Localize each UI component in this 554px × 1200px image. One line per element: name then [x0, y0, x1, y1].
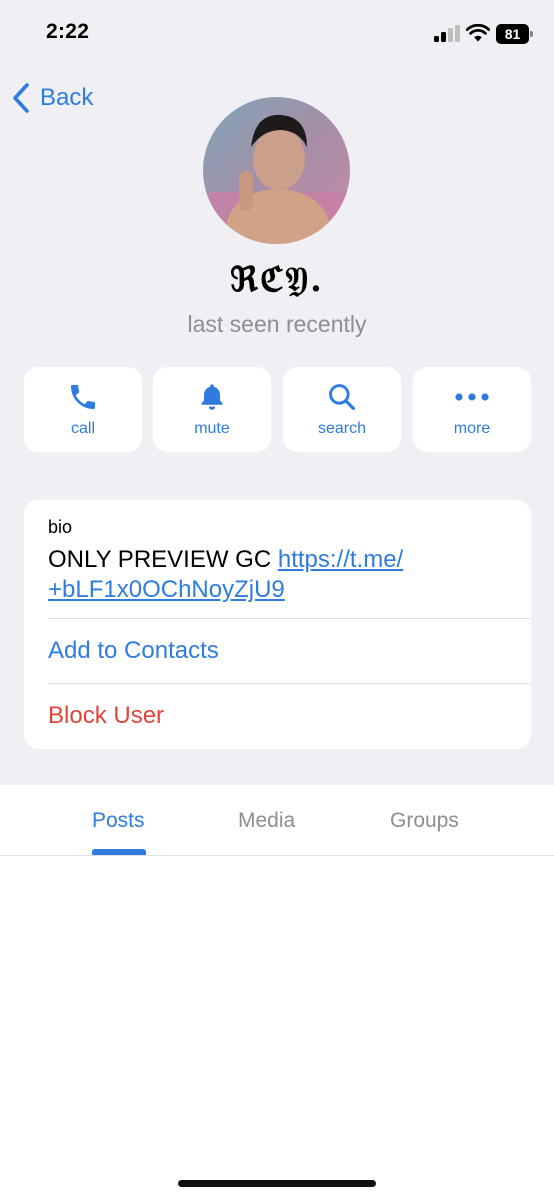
home-indicator[interactable] [178, 1180, 376, 1187]
bio-link-line1: https://t.me/ [277, 546, 404, 573]
more-button[interactable]: more [413, 367, 531, 452]
search-icon [283, 380, 401, 414]
wifi-icon [465, 23, 491, 42]
avatar[interactable] [203, 97, 350, 244]
back-label: Back [40, 84, 94, 111]
action-buttons: call mute search more [24, 367, 531, 452]
search-label: search [317, 420, 367, 437]
divider [48, 618, 531, 619]
bio-text: ONLY PREVIEW GC https://t.me/ +bLF1x0OChN… [48, 545, 508, 605]
chevron-left-icon [13, 83, 29, 113]
ellipsis-icon [413, 380, 531, 414]
battery-icon: 81 [496, 24, 533, 44]
tab-groups[interactable]: Groups [390, 809, 459, 833]
profile-info-card: bio ONLY PREVIEW GC https://t.me/ +bLF1x0… [24, 500, 531, 749]
add-to-contacts-button[interactable]: Add to Contacts [48, 637, 219, 665]
divider [48, 683, 531, 684]
phone-icon [24, 380, 142, 414]
tab-media[interactable]: Media [238, 809, 295, 833]
bell-icon [153, 380, 271, 414]
profile-name: ℜℭ𝔜. [230, 260, 324, 300]
status-time: 2:22 [46, 20, 90, 43]
bio-label: bio [48, 517, 73, 537]
tab-posts[interactable]: Posts [92, 809, 145, 833]
battery-level: 81 [496, 24, 529, 44]
cellular-signal-icon [434, 25, 461, 42]
mute-label: mute [194, 420, 230, 437]
call-label: call [70, 420, 95, 437]
search-button[interactable]: search [283, 367, 401, 452]
call-button[interactable]: call [24, 367, 142, 452]
more-label: more [453, 420, 491, 437]
bio-link-line2: +bLF1x0OChNoyZjU9 [48, 576, 285, 603]
content-tabs: Posts Media Groups [0, 785, 554, 856]
block-user-button[interactable]: Block User [48, 702, 164, 730]
back-button[interactable]: Back [10, 80, 93, 116]
last-seen-status: last seen recently [187, 311, 367, 337]
bio-text-content: ONLY PREVIEW GC [48, 546, 272, 573]
active-tab-indicator [92, 849, 146, 855]
mute-button[interactable]: mute [153, 367, 271, 452]
